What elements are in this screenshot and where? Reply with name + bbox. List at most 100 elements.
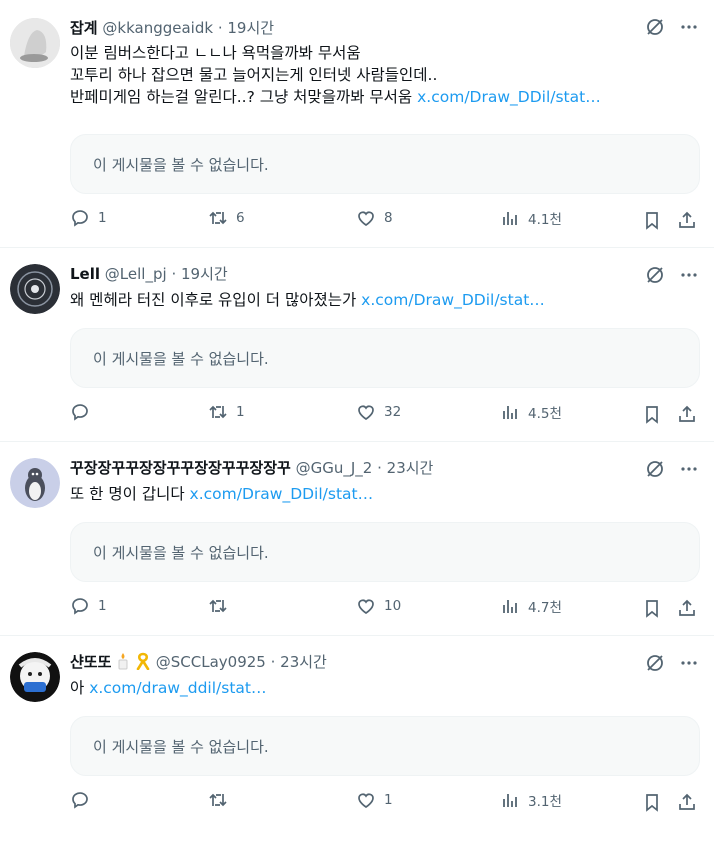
grok-icon[interactable] xyxy=(644,652,666,674)
separator-dot: · xyxy=(270,653,276,671)
user-handle[interactable]: @SCCLay0925 xyxy=(156,653,266,671)
avatar[interactable] xyxy=(10,18,60,68)
views-button[interactable]: 3.1천 xyxy=(500,790,562,810)
grok-icon[interactable] xyxy=(644,16,666,38)
tweet-header: 잡계 @kkanggeaidk · 19시간 xyxy=(70,18,634,38)
timestamp[interactable]: 19시간 xyxy=(181,265,228,283)
repost-icon xyxy=(209,793,227,807)
bookmark-button[interactable] xyxy=(641,596,663,620)
bookmark-button[interactable] xyxy=(641,208,663,232)
tweet-line: 반페미게임 하는걸 알린다..? 그냥 처맞을까봐 무서움 xyxy=(70,88,418,106)
bookmark-icon xyxy=(646,212,658,230)
reply-button[interactable]: 1 xyxy=(70,208,107,228)
unavailable-post-embed[interactable]: 이 게시물을 볼 수 없습니다. xyxy=(70,134,700,194)
share-button[interactable] xyxy=(676,208,698,232)
ribbon-emoji-icon xyxy=(135,652,151,671)
reply-button[interactable] xyxy=(70,402,98,422)
repost-button[interactable] xyxy=(208,596,236,616)
repost-button[interactable]: 1 xyxy=(208,402,245,422)
repost-button[interactable]: 6 xyxy=(208,208,245,228)
unavailable-post-embed[interactable]: 이 게시물을 볼 수 없습니다. xyxy=(70,328,700,388)
timestamp[interactable]: 19시간 xyxy=(227,19,274,37)
unavailable-post-embed[interactable]: 이 게시물을 볼 수 없습니다. xyxy=(70,522,700,582)
share-icon xyxy=(679,211,695,228)
more-options-icon[interactable] xyxy=(678,458,700,480)
tweet-line: 아 xyxy=(70,679,90,697)
tweet-link[interactable]: x.com/Draw_DDil/stat… xyxy=(417,88,601,106)
display-name[interactable]: Lell xyxy=(70,265,100,283)
reply-icon xyxy=(72,210,88,227)
action-bar: 1 6 8 4.1천 xyxy=(70,208,700,232)
repost-icon xyxy=(209,211,227,225)
display-name[interactable]: 꾸장장꾸꾸장장꾸꾸장장꾸꾸장장꾸 xyxy=(70,459,291,477)
bookmark-icon xyxy=(646,600,658,618)
repost-count: 6 xyxy=(236,210,245,226)
avatar[interactable] xyxy=(10,652,60,702)
reply-button[interactable] xyxy=(70,790,98,810)
views-button[interactable]: 4.7천 xyxy=(500,596,562,616)
tweet-link[interactable]: x.com/Draw_DDil/stat… xyxy=(190,485,374,503)
share-button[interactable] xyxy=(676,596,698,620)
tweet-text: 왜 멘헤라 터진 이후로 유입이 더 많아졌는가 x.com/Draw_DDil… xyxy=(70,289,674,311)
views-icon xyxy=(503,406,517,419)
tweet[interactable]: Lell @Lell_pj · 19시간 왜 멘헤라 터진 이후로 유입이 더 … xyxy=(0,248,714,442)
reply-button[interactable]: 1 xyxy=(70,596,107,616)
reply-count: 1 xyxy=(98,210,107,226)
more-options-icon[interactable] xyxy=(678,652,700,674)
user-handle[interactable]: @GGu_J_2 xyxy=(296,459,373,477)
reply-icon xyxy=(72,598,88,615)
more-options-icon[interactable] xyxy=(678,264,700,286)
like-button[interactable]: 1 xyxy=(356,790,393,810)
tweet-text: 이분 림버스한다고 ㄴㄴ나 욕먹을까봐 무서움 꼬투리 하나 잡으면 물고 늘어… xyxy=(70,42,674,108)
timestamp[interactable]: 23시간 xyxy=(387,459,434,477)
like-count: 8 xyxy=(384,210,393,226)
tweet-line: 또 한 명이 갑니다 xyxy=(70,485,190,503)
grok-icon[interactable] xyxy=(644,264,666,286)
bookmark-button[interactable] xyxy=(641,790,663,814)
heart-icon xyxy=(358,211,374,226)
reply-count: 1 xyxy=(98,598,107,614)
tweet-link[interactable]: x.com/Draw_DDil/stat… xyxy=(361,291,545,309)
user-handle[interactable]: @Lell_pj xyxy=(105,265,167,283)
like-button[interactable]: 10 xyxy=(356,596,401,616)
views-button[interactable]: 4.5천 xyxy=(500,402,562,422)
tweet-text: 아 x.com/draw_ddil/stat… xyxy=(70,677,674,699)
display-name[interactable]: 샨또또 xyxy=(70,653,111,671)
repost-button[interactable] xyxy=(208,790,236,810)
avatar[interactable] xyxy=(10,458,60,508)
tweet[interactable]: 잡계 @kkanggeaidk · 19시간 이분 림버스한다고 ㄴㄴ나 욕먹을… xyxy=(0,0,714,248)
like-button[interactable]: 32 xyxy=(356,402,401,422)
candle-emoji-icon xyxy=(116,653,130,671)
share-button[interactable] xyxy=(676,790,698,814)
views-button[interactable]: 4.1천 xyxy=(500,208,562,228)
unavailable-post-embed[interactable]: 이 게시물을 볼 수 없습니다. xyxy=(70,716,700,776)
display-name[interactable]: 잡계 xyxy=(70,19,98,37)
heart-icon xyxy=(358,793,374,808)
bookmark-button[interactable] xyxy=(641,402,663,426)
tweet[interactable]: 꾸장장꾸꾸장장꾸꾸장장꾸꾸장장꾸 @GGu_J_2 · 23시간 또 한 명이 … xyxy=(0,442,714,636)
views-icon xyxy=(503,600,517,613)
share-icon xyxy=(679,793,695,810)
like-count: 32 xyxy=(384,404,402,420)
separator-dot: · xyxy=(217,19,223,37)
view-count: 4.7천 xyxy=(528,600,562,616)
like-button[interactable]: 8 xyxy=(356,208,393,228)
avatar[interactable] xyxy=(10,264,60,314)
repost-count: 1 xyxy=(236,404,245,420)
like-count: 10 xyxy=(384,598,402,614)
views-icon xyxy=(503,212,517,225)
share-icon xyxy=(679,599,695,616)
reply-icon xyxy=(72,792,88,809)
share-button[interactable] xyxy=(676,402,698,426)
tweet-line: 꼬투리 하나 잡으면 물고 늘어지는게 인터넷 사람들인데.. xyxy=(70,66,438,84)
tweet-text: 또 한 명이 갑니다 x.com/Draw_DDil/stat… xyxy=(70,483,674,505)
more-options-icon[interactable] xyxy=(678,16,700,38)
tweet-link[interactable]: x.com/draw_ddil/stat… xyxy=(89,679,266,697)
view-count: 4.1천 xyxy=(528,212,562,228)
timestamp[interactable]: 23시간 xyxy=(280,653,327,671)
grok-icon[interactable] xyxy=(644,458,666,480)
views-icon xyxy=(503,794,517,807)
tweet[interactable]: 샨또또 @SCCLay0925 · 23시간 아 x.com/draw_ddil… xyxy=(0,636,714,850)
user-handle[interactable]: @kkanggeaidk xyxy=(102,19,213,37)
heart-icon xyxy=(358,405,374,420)
